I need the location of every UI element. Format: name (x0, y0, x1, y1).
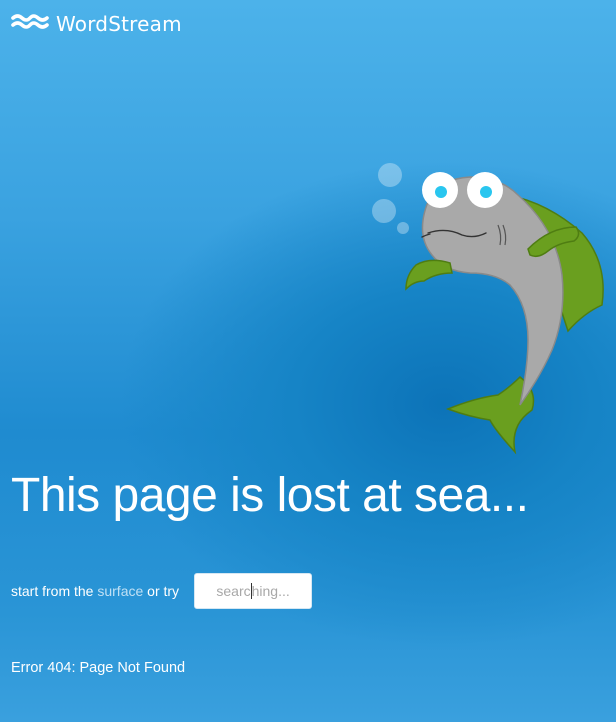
waves-icon (11, 13, 49, 35)
search-input[interactable]: searc hing... (194, 573, 313, 609)
page-title: This page is lost at sea... (11, 469, 529, 522)
wordstream-logo[interactable]: WordStream (11, 10, 182, 38)
help-row: start from the surface or try searc hing.… (11, 573, 313, 609)
search-value-end: hing... (251, 583, 290, 599)
error-message: Error 404: Page Not Found (11, 660, 186, 676)
help-suffix-text: or try (147, 583, 180, 599)
help-prefix-text: start from the (11, 583, 94, 599)
bubbles-icon (372, 163, 409, 234)
fish-illustration (370, 155, 616, 460)
search-value-start: searc (216, 583, 251, 599)
logo-text: WordStream (56, 12, 182, 36)
surface-link[interactable]: surface (97, 583, 143, 599)
